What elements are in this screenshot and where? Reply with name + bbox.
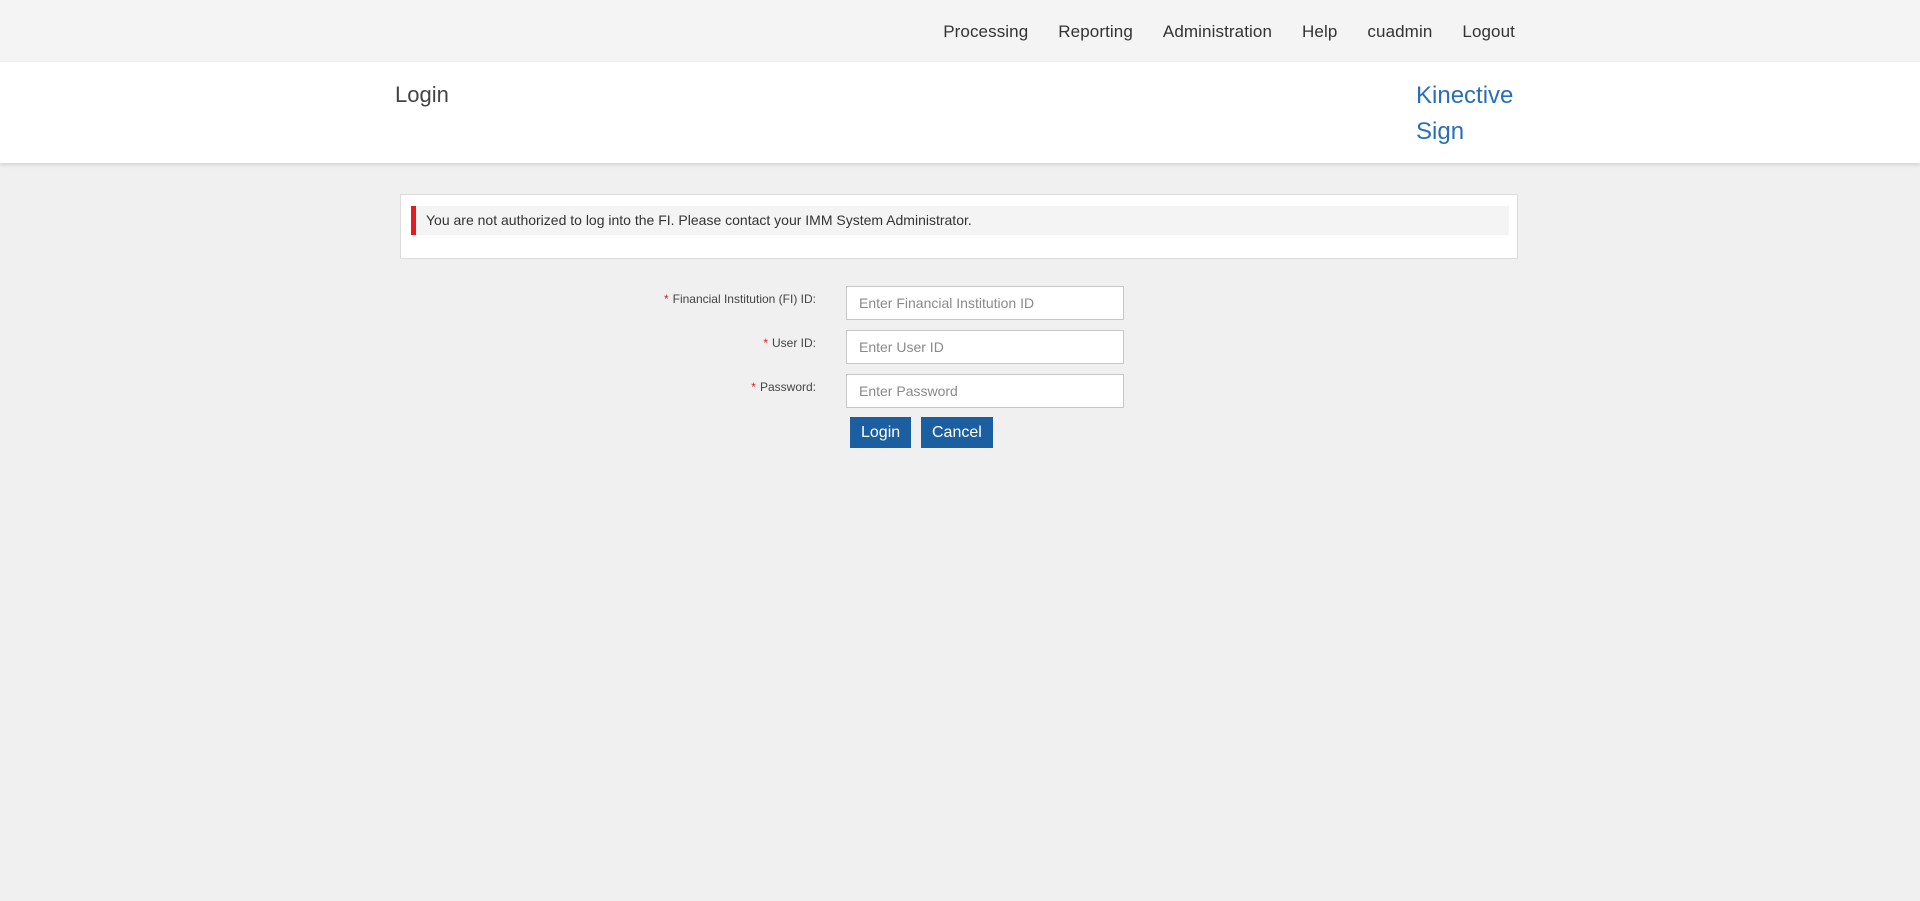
required-marker: *: [763, 336, 768, 350]
required-marker: *: [663, 292, 669, 306]
page-title: Login: [395, 82, 449, 107]
required-marker: *: [751, 380, 756, 394]
top-navigation-bar: Processing Reporting Administration Help…: [0, 0, 1920, 62]
page-header: Login Kinective Sign: [0, 62, 1920, 163]
nav-item-processing[interactable]: Processing: [943, 22, 1028, 42]
user-id-input[interactable]: [846, 330, 1124, 364]
top-nav-menu: Processing Reporting Administration Help…: [913, 22, 1515, 42]
login-button[interactable]: Login: [850, 417, 912, 448]
fi-id-label: * Financial Institution (FI) ID:: [664, 292, 816, 306]
cancel-button[interactable]: Cancel: [921, 417, 993, 448]
alert-panel: You are not authorized to log into the F…: [400, 194, 1518, 259]
user-id-label: * User ID:: [763, 336, 816, 350]
nav-item-logout[interactable]: Logout: [1462, 22, 1515, 42]
password-label-text: Password:: [759, 380, 816, 394]
fi-id-input[interactable]: [846, 286, 1124, 320]
user-id-label-text: User ID:: [771, 336, 816, 350]
nav-item-user-account[interactable]: cuadmin: [1367, 22, 1432, 42]
fi-id-label-text: Financial Institution (FI) ID:: [672, 292, 816, 306]
password-row: * Password:: [0, 374, 1920, 410]
password-input[interactable]: [846, 374, 1124, 408]
nav-item-reporting[interactable]: Reporting: [1058, 22, 1133, 42]
brand-logo-text: Kinective Sign: [1416, 78, 1526, 150]
user-id-row: * User ID:: [0, 330, 1920, 366]
password-label: * Password:: [751, 380, 816, 394]
brand-line-2: Sign: [1416, 118, 1465, 145]
nav-item-administration[interactable]: Administration: [1163, 22, 1272, 42]
brand-line-1: Kinective: [1416, 82, 1514, 109]
nav-item-help[interactable]: Help: [1302, 22, 1337, 42]
fi-id-row: * Financial Institution (FI) ID:: [0, 286, 1920, 322]
error-message: You are not authorized to log into the F…: [411, 206, 1509, 235]
